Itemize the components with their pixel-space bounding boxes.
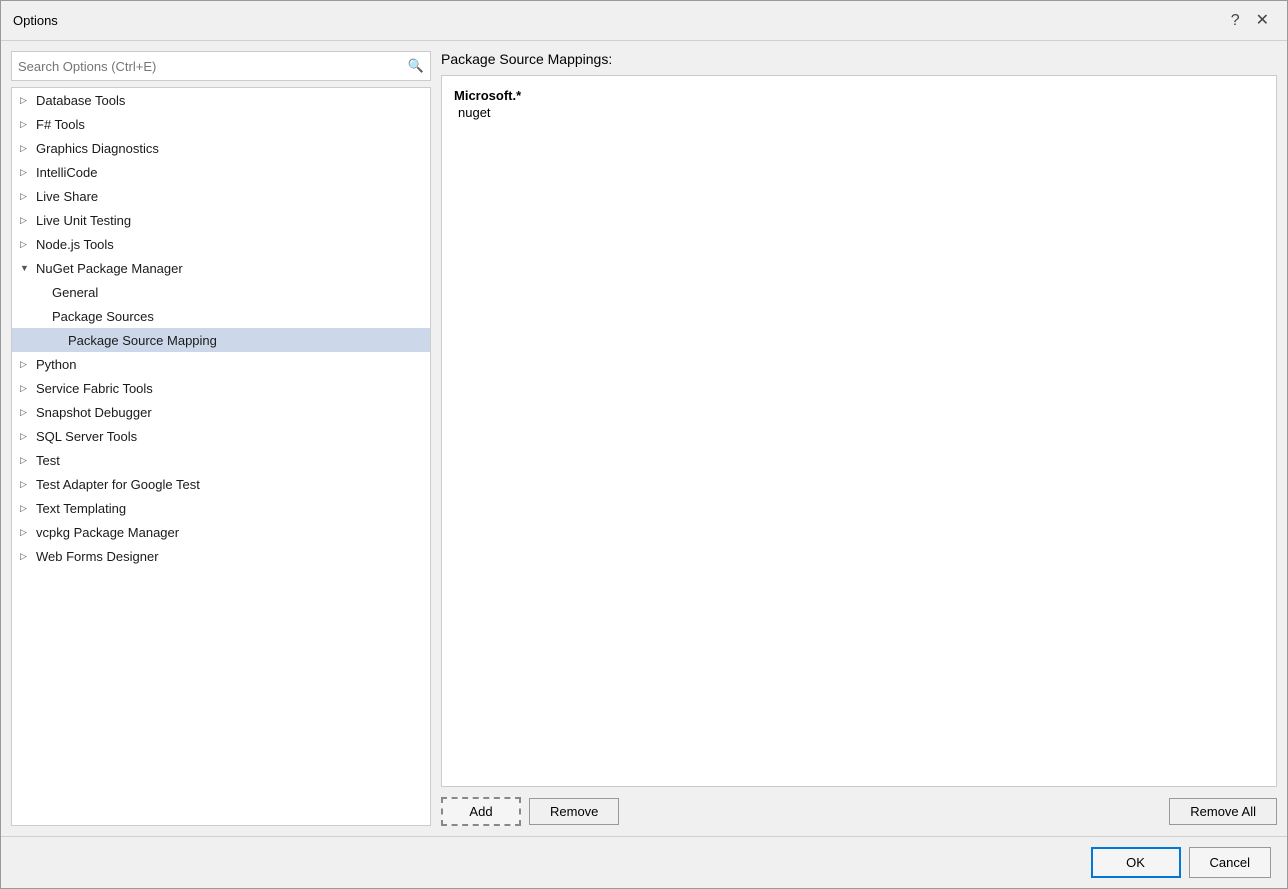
tree-item-graphics-diagnostics[interactable]: ▷Graphics Diagnostics xyxy=(12,136,430,160)
tree-container[interactable]: ▷Database Tools▷F# Tools▷Graphics Diagno… xyxy=(11,87,431,826)
tree-arrow-sql-server-tools: ▷ xyxy=(20,431,34,442)
mapping-buttons: Add Remove Remove All xyxy=(441,797,1277,826)
tree-item-service-fabric-tools[interactable]: ▷Service Fabric Tools xyxy=(12,376,430,400)
tree-item-test[interactable]: ▷Test xyxy=(12,448,430,472)
mapping-area: Microsoft.* nuget xyxy=(441,75,1277,787)
tree-label-intellicode: IntelliCode xyxy=(36,165,97,180)
tree-label-text-templating: Text Templating xyxy=(36,501,126,516)
tree-arrow-python: ▷ xyxy=(20,359,34,370)
title-bar: Options ? ✕ xyxy=(1,1,1287,41)
tree-arrow-vcpkg-package-manager: ▷ xyxy=(20,527,34,538)
tree-item-nuget-general[interactable]: General xyxy=(12,280,430,304)
tree-arrow-text-templating: ▷ xyxy=(20,503,34,514)
tree-label-sql-server-tools: SQL Server Tools xyxy=(36,429,137,444)
tree-label-vcpkg-package-manager: vcpkg Package Manager xyxy=(36,525,179,540)
tree-label-test: Test xyxy=(36,453,60,468)
tree-arrow-test-adapter-google: ▷ xyxy=(20,479,34,490)
tree-arrow-fsharp-tools: ▷ xyxy=(20,119,34,130)
tree-label-live-share: Live Share xyxy=(36,189,98,204)
tree-item-web-forms-designer[interactable]: ▷Web Forms Designer xyxy=(12,544,430,568)
tree-item-fsharp-tools[interactable]: ▷F# Tools xyxy=(12,112,430,136)
help-button[interactable]: ? xyxy=(1225,11,1246,31)
tree-label-snapshot-debugger: Snapshot Debugger xyxy=(36,405,152,420)
remove-all-button[interactable]: Remove All xyxy=(1169,798,1277,825)
tree-item-nuget-package-manager[interactable]: ▼NuGet Package Manager xyxy=(12,256,430,280)
cancel-button[interactable]: Cancel xyxy=(1189,847,1271,878)
tree-item-live-share[interactable]: ▷Live Share xyxy=(12,184,430,208)
tree-item-database-tools[interactable]: ▷Database Tools xyxy=(12,88,430,112)
tree-label-package-source-mapping: Package Source Mapping xyxy=(68,333,217,348)
tree-item-text-templating[interactable]: ▷Text Templating xyxy=(12,496,430,520)
left-panel: 🔍 ▷Database Tools▷F# Tools▷Graphics Diag… xyxy=(11,51,431,826)
close-button[interactable]: ✕ xyxy=(1250,11,1275,31)
mapping-pattern: Microsoft.* xyxy=(454,88,1264,103)
tree-item-sql-server-tools[interactable]: ▷SQL Server Tools xyxy=(12,424,430,448)
tree-item-snapshot-debugger[interactable]: ▷Snapshot Debugger xyxy=(12,400,430,424)
tree-arrow-snapshot-debugger: ▷ xyxy=(20,407,34,418)
dialog-title: Options xyxy=(13,13,58,28)
tree-label-graphics-diagnostics: Graphics Diagnostics xyxy=(36,141,159,156)
tree-item-python[interactable]: ▷Python xyxy=(12,352,430,376)
tree-label-web-forms-designer: Web Forms Designer xyxy=(36,549,159,564)
dialog-footer: OK Cancel xyxy=(1,836,1287,888)
tree-label-test-adapter-google: Test Adapter for Google Test xyxy=(36,477,200,492)
tree-label-package-sources: Package Sources xyxy=(52,309,154,324)
tree-item-test-adapter-google[interactable]: ▷Test Adapter for Google Test xyxy=(12,472,430,496)
tree-label-service-fabric-tools: Service Fabric Tools xyxy=(36,381,153,396)
tree-arrow-nuget-package-manager: ▼ xyxy=(20,263,34,273)
tree-item-package-sources[interactable]: Package Sources xyxy=(12,304,430,328)
search-input[interactable] xyxy=(18,59,408,74)
add-button[interactable]: Add xyxy=(441,797,521,826)
dialog-body: 🔍 ▷Database Tools▷F# Tools▷Graphics Diag… xyxy=(1,41,1287,836)
tree-label-fsharp-tools: F# Tools xyxy=(36,117,85,132)
options-dialog: Options ? ✕ 🔍 ▷Database Tools▷F# Tools▷G… xyxy=(0,0,1288,889)
tree-arrow-nodejs-tools: ▷ xyxy=(20,239,34,250)
section-title: Package Source Mappings: xyxy=(441,51,1277,67)
mapping-source: nuget xyxy=(454,105,1264,120)
remove-button[interactable]: Remove xyxy=(529,798,619,825)
tree-item-intellicode[interactable]: ▷IntelliCode xyxy=(12,160,430,184)
tree-label-nodejs-tools: Node.js Tools xyxy=(36,237,114,252)
tree-arrow-web-forms-designer: ▷ xyxy=(20,551,34,562)
tree-arrow-service-fabric-tools: ▷ xyxy=(20,383,34,394)
tree-label-database-tools: Database Tools xyxy=(36,93,125,108)
tree-item-vcpkg-package-manager[interactable]: ▷vcpkg Package Manager xyxy=(12,520,430,544)
tree-item-package-source-mapping[interactable]: Package Source Mapping xyxy=(12,328,430,352)
tree-arrow-live-unit-testing: ▷ xyxy=(20,215,34,226)
tree-item-live-unit-testing[interactable]: ▷Live Unit Testing xyxy=(12,208,430,232)
search-box[interactable]: 🔍 xyxy=(11,51,431,81)
right-panel: Package Source Mappings: Microsoft.* nug… xyxy=(441,51,1277,826)
tree-arrow-graphics-diagnostics: ▷ xyxy=(20,143,34,154)
tree-label-nuget-general: General xyxy=(52,285,98,300)
tree-arrow-test: ▷ xyxy=(20,455,34,466)
tree-arrow-database-tools: ▷ xyxy=(20,95,34,106)
title-bar-buttons: ? ✕ xyxy=(1225,11,1275,31)
tree-label-nuget-package-manager: NuGet Package Manager xyxy=(36,261,183,276)
tree-item-nodejs-tools[interactable]: ▷Node.js Tools xyxy=(12,232,430,256)
tree-arrow-intellicode: ▷ xyxy=(20,167,34,178)
ok-button[interactable]: OK xyxy=(1091,847,1181,878)
search-icon: 🔍 xyxy=(408,58,424,74)
tree-label-python: Python xyxy=(36,357,76,372)
tree-label-live-unit-testing: Live Unit Testing xyxy=(36,213,131,228)
tree-arrow-live-share: ▷ xyxy=(20,191,34,202)
